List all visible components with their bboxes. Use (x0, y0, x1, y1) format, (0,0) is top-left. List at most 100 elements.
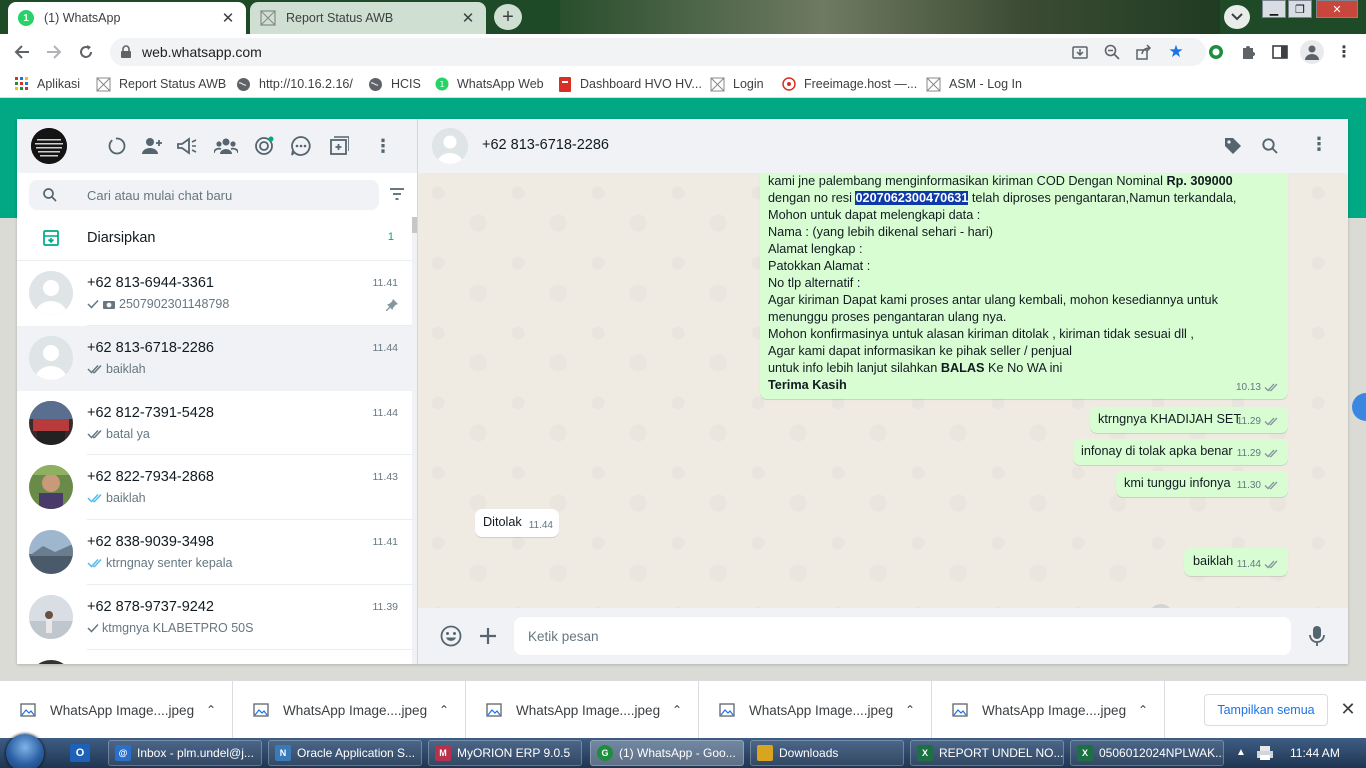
bookmark-whatsapp-web[interactable]: 1 WhatsApp Web (434, 75, 544, 93)
show-all-downloads-button[interactable]: Tampilkan semua (1204, 694, 1328, 726)
reload-icon[interactable] (76, 42, 96, 62)
conversation-menu-icon[interactable]: ⋮ (1310, 134, 1328, 155)
attach-plus-icon[interactable] (475, 624, 501, 648)
tab-report-status[interactable]: Report Status AWB ✕ (250, 2, 486, 34)
tray-chevron-icon[interactable]: ▲ (1236, 747, 1246, 758)
communities-icon[interactable] (214, 134, 238, 158)
download-item[interactable]: WhatsApp Image....jpeg ⌃ (699, 681, 932, 739)
downloads-bar: WhatsApp Image....jpeg ⌃ WhatsApp Image..… (0, 680, 1366, 739)
close-tab-icon[interactable]: ✕ (460, 9, 476, 27)
chat-bubble-icon[interactable] (289, 134, 313, 158)
broadcast-icon[interactable] (175, 134, 199, 158)
contact-avatar (29, 594, 73, 639)
chevron-up-icon[interactable]: ⌃ (439, 703, 449, 717)
message-bubble-outgoing[interactable]: infonay di tolak apka benar 11.29 (1073, 439, 1288, 465)
extension-whatsapp-icon[interactable] (1206, 42, 1226, 62)
bookmark-dashboard[interactable]: Dashboard HVO HV... (557, 75, 702, 93)
printer-icon[interactable] (1256, 745, 1274, 761)
download-item[interactable]: WhatsApp Image....jpeg ⌃ (466, 681, 699, 739)
filter-icon[interactable] (390, 188, 404, 200)
contact-name[interactable]: +62 813-6718-2286 (482, 137, 609, 153)
extensions-puzzle-icon[interactable] (1238, 42, 1258, 62)
start-button[interactable] (6, 734, 44, 768)
close-tab-icon[interactable]: ✕ (220, 9, 236, 27)
selected-awb-number[interactable]: 0207062300470631 (855, 191, 969, 205)
bookmark-asm[interactable]: ASM - Log In (926, 75, 1022, 93)
contact-avatar[interactable] (432, 128, 468, 164)
image-file-icon (20, 703, 36, 717)
taskbar-item[interactable]: X REPORT UNDEL NO... (910, 740, 1064, 766)
chevron-up-icon[interactable]: ⌃ (672, 703, 682, 717)
close-downloads-icon[interactable]: ✕ (1338, 699, 1358, 719)
taskbar-item-active[interactable]: G (1) WhatsApp - Goo... (590, 740, 744, 766)
sidebar-menu-icon[interactable]: ⋮ (371, 134, 395, 158)
label-tag-icon[interactable] (1224, 137, 1242, 155)
status-icon[interactable] (105, 134, 129, 158)
chat-item[interactable]: +62 822-7934-2868 11.43 baiklah (17, 455, 412, 521)
message-bubble-outgoing[interactable]: kmi tunggu infonya 11.30 (1116, 471, 1288, 497)
chat-item[interactable]: +62 813-6944-3361 11.41 2507902301148798 (17, 261, 412, 326)
channels-icon[interactable] (252, 134, 276, 158)
back-icon[interactable] (12, 42, 32, 62)
taskbar-item[interactable]: N Oracle Application S... (268, 740, 422, 766)
archived-row[interactable]: Diarsipkan 1 (17, 217, 412, 261)
forward-icon[interactable] (44, 42, 64, 62)
message-bubble-outgoing[interactable]: ktrngnya KHADIJAH SET 11.29 (1090, 407, 1288, 433)
tab-whatsapp[interactable]: 1 (1) WhatsApp ✕ (8, 2, 246, 34)
download-item[interactable]: WhatsApp Image....jpeg ⌃ (0, 681, 233, 739)
chat-item-partial[interactable] (17, 650, 412, 664)
excel-icon: X (917, 745, 933, 761)
minimize-button[interactable]: ▁ (1262, 0, 1286, 18)
new-chat-icon[interactable] (327, 134, 351, 158)
outlook-pinned-icon[interactable]: O (70, 744, 90, 762)
new-tab-button[interactable]: + (494, 4, 522, 30)
search-input[interactable] (87, 180, 367, 210)
bookmark-hcis[interactable]: HCIS (368, 75, 421, 93)
share-icon[interactable] (1134, 42, 1154, 62)
chat-item[interactable]: +62 878-9737-9242 11.39 ktmgnya KLABETPR… (17, 585, 412, 650)
close-window-button[interactable]: ✕ (1316, 0, 1358, 18)
address-bar[interactable] (110, 38, 1206, 66)
tab-strip: 1 (1) WhatsApp ✕ Report Status AWB ✕ + ▁… (0, 0, 1366, 34)
bookmark-star-icon[interactable]: ★ (1166, 42, 1186, 62)
url-text[interactable]: web.whatsapp.com (142, 44, 262, 60)
new-contact-icon[interactable] (140, 134, 164, 158)
chat-item[interactable]: +62 838-9039-3498 11.41 ktrngnay senter … (17, 520, 412, 585)
page-icon (260, 10, 276, 26)
message-bubble-incoming[interactable]: Ditolak 11.44 (475, 509, 559, 537)
conversation-header[interactable]: +62 813-6718-2286 ⋮ (418, 119, 1348, 173)
taskbar-item[interactable]: X 0506012024NPLWAK... (1070, 740, 1224, 766)
download-item[interactable]: WhatsApp Image....jpeg ⌃ (233, 681, 466, 739)
message-bubble-outgoing[interactable]: kami jne palembang menginformasikan kiri… (760, 173, 1288, 399)
chevron-up-icon[interactable]: ⌃ (905, 703, 915, 717)
taskbar-item[interactable]: @ Inbox - plm.undel@j... (108, 740, 262, 766)
message-bubble-outgoing[interactable]: baiklah 11.44 (1184, 548, 1288, 576)
bookmark-ip[interactable]: http://10.16.2.16/ (236, 75, 353, 93)
bookmark-login[interactable]: Login (710, 75, 764, 93)
bookmark-report-status[interactable]: Report Status AWB (96, 75, 226, 93)
profile-icon[interactable] (1300, 40, 1324, 64)
chrome-menu-icon[interactable]: ⋮ (1334, 42, 1354, 62)
chevron-up-icon[interactable]: ⌃ (1138, 703, 1148, 717)
install-icon[interactable] (1070, 42, 1090, 62)
taskbar-item[interactable]: M MyORION ERP 9.0.5 (428, 740, 582, 766)
microphone-icon[interactable] (1304, 624, 1330, 648)
taskbar-item[interactable]: Downloads (750, 740, 904, 766)
emoji-icon[interactable] (438, 624, 464, 648)
maximize-button[interactable]: ❐ (1288, 0, 1312, 18)
my-avatar[interactable] (31, 128, 67, 164)
zoom-icon[interactable] (1102, 42, 1122, 62)
chevron-up-icon[interactable]: ⌃ (206, 703, 216, 717)
search-icon[interactable] (1262, 138, 1278, 154)
bookmark-freeimage[interactable]: Freeimage.host —... (781, 75, 917, 93)
chat-item[interactable]: +62 812-7391-5428 11.44 batal ya (17, 391, 412, 456)
single-check-icon (87, 299, 99, 309)
side-panel-icon[interactable] (1270, 42, 1290, 62)
download-item[interactable]: WhatsApp Image....jpeg ⌃ (932, 681, 1165, 739)
bookmark-apps[interactable]: Aplikasi (14, 75, 80, 93)
chat-item-selected[interactable]: +62 813-6718-2286 11.44 baiklah (17, 325, 412, 391)
search-box[interactable] (29, 180, 379, 210)
message-input[interactable] (514, 617, 1291, 655)
tab-search-button[interactable] (1224, 5, 1250, 29)
lock-icon[interactable] (120, 45, 132, 59)
